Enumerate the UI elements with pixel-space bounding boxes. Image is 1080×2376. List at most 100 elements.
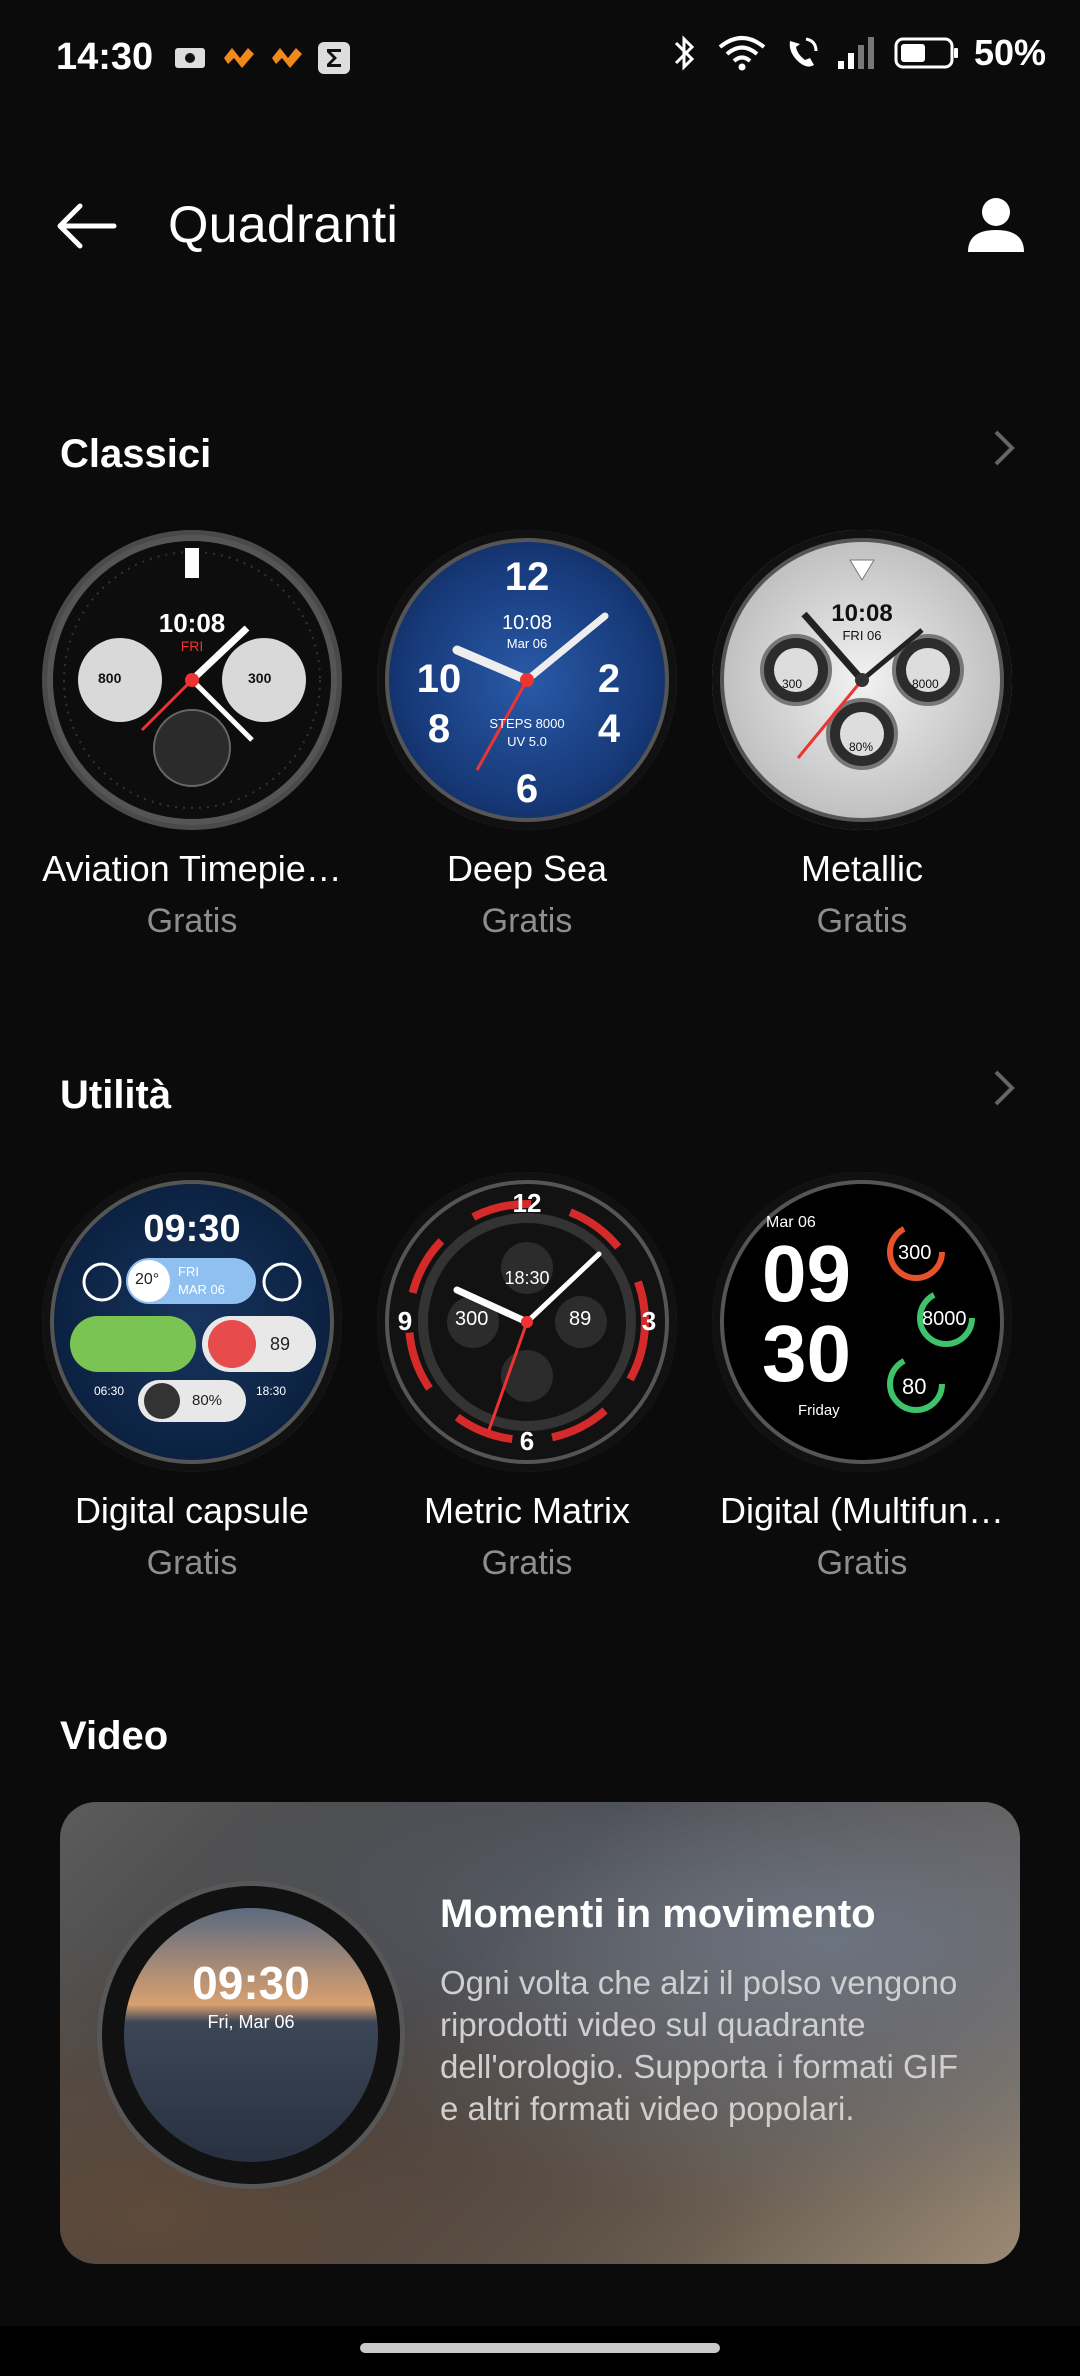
watchface-card[interactable]: 12 10 2 8 4 6 10:08 Mar 06 STEPS 8000 UV…: [362, 530, 692, 941]
video-card-title: Momenti in movimento: [440, 1892, 876, 1936]
watchface-price: Gratis: [816, 1544, 908, 1582]
watchface-card[interactable]: 10:08 FRI 06 300 8000 80% Metallic Grati…: [697, 530, 1027, 941]
battery-icon: [894, 37, 958, 69]
back-button[interactable]: [52, 190, 124, 262]
watchface-name: Metallic: [800, 848, 924, 889]
face-time: 10:08: [831, 600, 893, 627]
face-date: Mar 06: [506, 636, 548, 651]
metric-matrix-dial: 12 6 9 3: [377, 1172, 677, 1472]
wifi-calling-icon: [789, 37, 818, 67]
face-heart: 89: [569, 1308, 592, 1330]
sigma-app-icon: [318, 42, 350, 74]
watchface-preview: 09:30 20° FRI MAR 06 89 80% 06:30 18:30: [42, 1172, 342, 1472]
face-kcal: 300: [898, 1242, 932, 1264]
face-hour: 09: [762, 1229, 851, 1318]
svg-text:6: 6: [520, 1426, 534, 1456]
video-face-date: Fri, Mar 06: [207, 2012, 295, 2032]
watchface-price: Gratis: [816, 902, 908, 940]
face-heart: 80: [902, 1374, 927, 1399]
notification-icons: [172, 40, 352, 76]
face-date: MAR 06: [178, 1282, 225, 1297]
watchface-card[interactable]: 10:08 FRI 800 300 Aviation Timepie… Grat…: [27, 530, 357, 941]
face-kcal: 300: [455, 1308, 489, 1330]
video-card-description: Ogni volta che alzi il polso vengono rip…: [440, 1964, 959, 2127]
watchface-preview: 12 10 2 8 4 6 10:08 Mar 06 STEPS 8000 UV…: [377, 530, 677, 830]
svg-text:9: 9: [398, 1306, 412, 1336]
face-day: FRI: [180, 638, 204, 654]
face-heart: 89: [270, 1334, 291, 1354]
face-sunrise: 06:30: [94, 1384, 125, 1398]
arrow-left-icon: [57, 203, 117, 249]
section-title-video: Video: [60, 1714, 169, 1758]
wifi-icon: [718, 36, 766, 71]
face-weekday: Friday: [798, 1402, 840, 1419]
watchface-price: Gratis: [481, 1544, 573, 1582]
face-battery: 80%: [849, 740, 874, 754]
svg-text:10: 10: [417, 657, 462, 701]
chevron-right-icon: [994, 430, 1015, 466]
face-date: FRI 06: [842, 628, 882, 643]
section-title-utilita: Utilità: [60, 1073, 172, 1117]
watchface-name: Digital (Multifun…: [719, 1490, 1005, 1531]
photo-notification-icon: [175, 48, 205, 68]
watchface-name: Digital capsule: [74, 1490, 310, 1531]
status-icons: 50%: [666, 32, 1046, 74]
watchface-price: Gratis: [481, 902, 573, 940]
face-time: 18:30: [504, 1268, 550, 1288]
metallic-dial: [712, 530, 1012, 830]
video-face-image: 09:30 Fri, Mar 06: [124, 1908, 378, 2162]
aviation-dial: [47, 535, 337, 825]
svg-text:12: 12: [513, 1188, 542, 1218]
chevron-right-icon: [994, 1070, 1015, 1106]
watchface-preview: 12 6 9 3 18:30 300 89: [377, 1172, 677, 1472]
watchface-preview: 10:08 FRI 06 300 8000 80%: [712, 530, 1012, 830]
face-right-value: 300: [248, 670, 272, 686]
section-title-classici: Classici: [60, 432, 212, 476]
watchface-name: Metric Matrix: [424, 1490, 630, 1531]
face-temp: 20°: [135, 1271, 160, 1288]
video-face-time: 09:30: [192, 1957, 310, 2009]
svg-text:3: 3: [642, 1306, 656, 1336]
face-uv: UV 5.0: [507, 734, 547, 749]
svg-text:6: 6: [516, 767, 538, 811]
page-title: Quadranti: [168, 196, 399, 254]
video-watchface-preview: 09:30 Fri, Mar 06: [102, 1886, 400, 2184]
face-minute: 30: [762, 1309, 851, 1398]
battery-percent: 50%: [973, 32, 1046, 73]
watchface-card[interactable]: Mar 06 09 30 Friday 300 8000 80 Digital …: [697, 1172, 1027, 1583]
face-day: FRI: [178, 1264, 199, 1279]
watchface-price: Gratis: [146, 902, 238, 940]
svg-text:2: 2: [598, 657, 620, 701]
watchface-price: Gratis: [146, 1544, 238, 1582]
watchface-preview: Mar 06 09 30 Friday 300 8000 80: [712, 1172, 1012, 1472]
watchface-preview: 10:08 FRI 800 300: [42, 530, 342, 830]
home-indicator[interactable]: [360, 2343, 720, 2353]
watchface-card[interactable]: 09:30 20° FRI MAR 06 89 80% 06:30 18:30 …: [27, 1172, 357, 1583]
watchface-name: Deep Sea: [446, 848, 608, 889]
face-time: 10:08: [501, 612, 553, 634]
face-battery: 80%: [192, 1392, 223, 1409]
face-steps: 8000: [922, 1308, 967, 1330]
app-notification-icon: [272, 48, 302, 68]
svg-text:12: 12: [505, 555, 550, 599]
face-kcal: 300: [782, 677, 803, 691]
video-watchface-card[interactable]: 09:30 Fri, Mar 06 Momenti in movimento O…: [60, 1802, 1020, 2264]
status-time: 14:30: [56, 36, 154, 78]
watchface-card[interactable]: 12 6 9 3 18:30 300 89 Metric Matrix Grat…: [362, 1172, 692, 1583]
digital-multifunction-dial: [712, 1172, 1012, 1472]
bluetooth-icon: [674, 35, 695, 71]
face-time: 09:30: [143, 1208, 241, 1250]
face-steps: 8000: [912, 677, 939, 691]
face-time: 10:08: [158, 608, 226, 638]
classici-more-button[interactable]: [982, 428, 1022, 468]
utilita-more-button[interactable]: [982, 1068, 1022, 1108]
signal-icon: [837, 37, 874, 69]
face-sunset: 18:30: [256, 1384, 287, 1398]
deep-sea-dial: 12 10 2 8 4 6: [377, 530, 677, 830]
watchface-name: Aviation Timepie…: [42, 848, 342, 889]
person-icon: [968, 198, 1024, 252]
profile-button[interactable]: [960, 190, 1032, 262]
face-left-value: 800: [98, 670, 122, 686]
face-steps: STEPS 8000: [489, 716, 565, 731]
app-notification-icon: [224, 48, 254, 68]
